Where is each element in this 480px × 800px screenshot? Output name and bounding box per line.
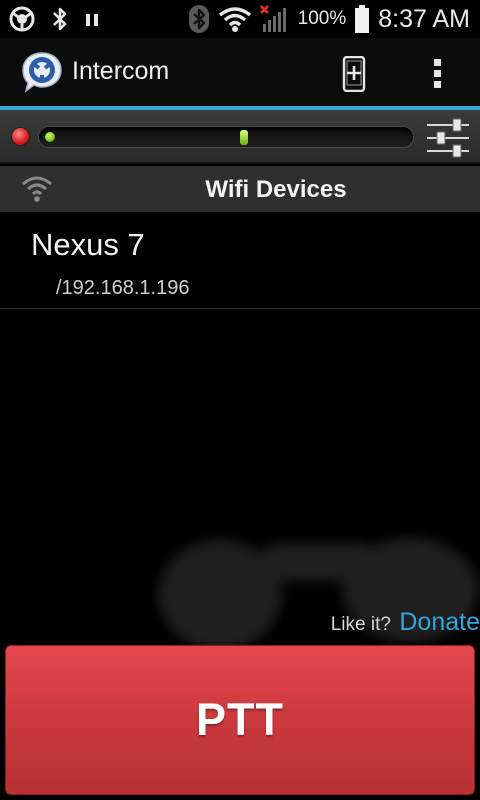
intercom-logo-icon[interactable] <box>20 50 64 94</box>
add-device-icon[interactable] <box>340 55 368 93</box>
donate-link[interactable]: Donate <box>399 608 480 636</box>
status-bar-notifications <box>8 5 100 33</box>
signal-no-service-icon <box>259 4 290 34</box>
record-dot-icon <box>11 127 30 146</box>
ptt-label: PTT <box>196 694 284 745</box>
wifi-icon <box>218 5 252 33</box>
level-control-bar <box>0 110 480 164</box>
status-bar-system: 100% 8:37 AM <box>188 4 470 34</box>
donate-row: Like it? Donate <box>331 608 480 637</box>
volume-slider-thumb[interactable] <box>240 130 248 145</box>
battery-percent: 100% <box>297 8 347 29</box>
battery-icon <box>354 4 370 34</box>
status-bar: 100% 8:37 AM <box>0 0 480 38</box>
equalizer-icon[interactable] <box>425 116 471 160</box>
audio-level-indicator <box>45 132 55 142</box>
device-list-item[interactable]: Nexus 7 /192.168.1.196 <box>0 212 480 309</box>
bluetooth-status-icon <box>188 4 210 34</box>
overflow-menu-icon[interactable] <box>426 56 450 92</box>
device-name: Nexus 7 <box>31 227 145 262</box>
app-title: Intercom <box>72 57 170 85</box>
action-bar: Intercom <box>0 38 480 106</box>
ptt-button[interactable]: PTT <box>5 645 475 795</box>
section-title: Wifi Devices <box>205 176 347 203</box>
device-address: /192.168.1.196 <box>56 277 190 299</box>
section-header: Wifi Devices <box>0 166 480 212</box>
status-clock: 8:37 AM <box>378 4 470 33</box>
bluetooth-icon <box>50 5 70 33</box>
pause-icon <box>84 5 100 33</box>
donate-prompt: Like it? <box>330 614 391 635</box>
watermark-logo <box>150 535 480 655</box>
app-notification-icon <box>8 5 36 33</box>
volume-slider[interactable] <box>38 126 414 148</box>
